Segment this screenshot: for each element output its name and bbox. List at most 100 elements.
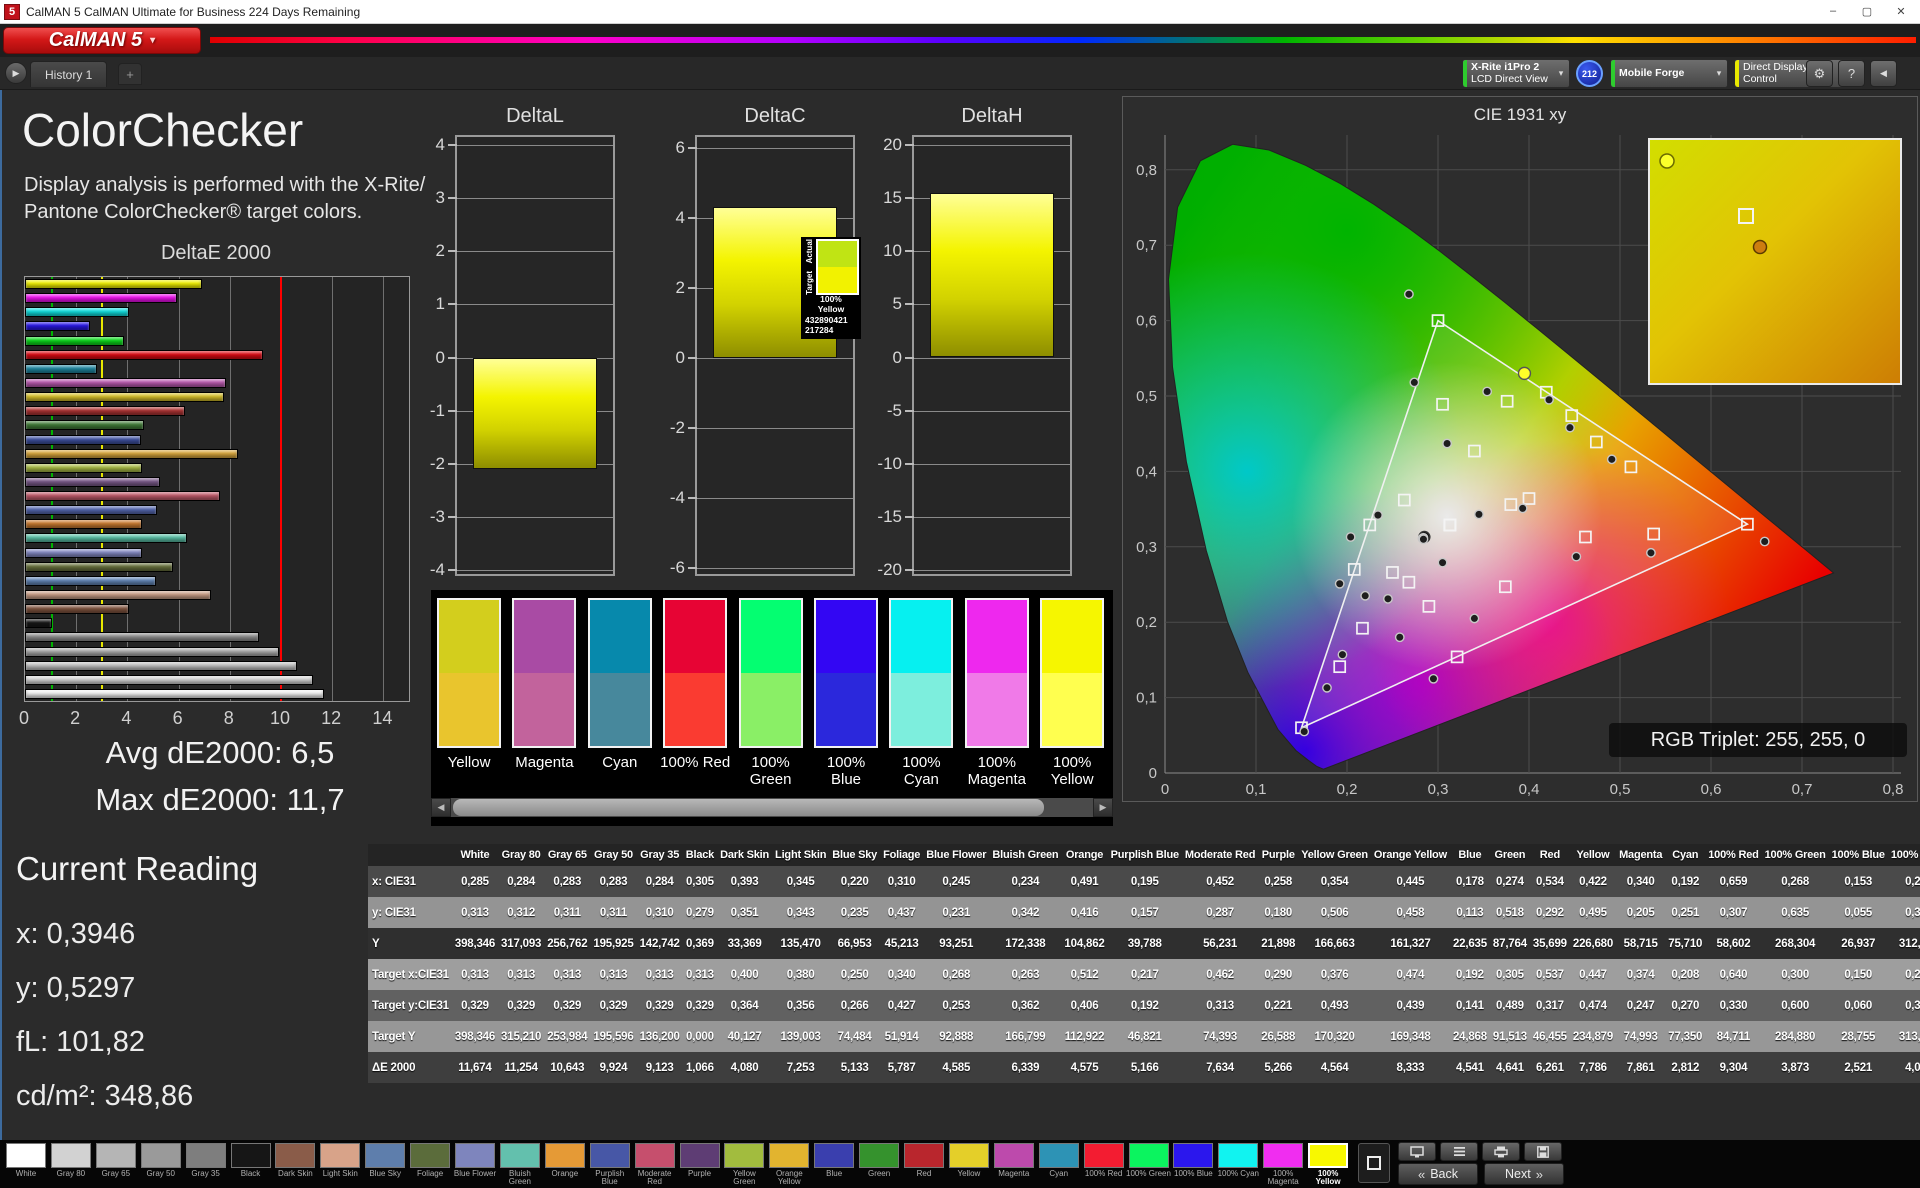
collapse-button[interactable]: ◀ bbox=[1870, 60, 1897, 87]
table-cell: 0,369 bbox=[683, 928, 717, 959]
patch-light-skin[interactable] bbox=[320, 1143, 360, 1168]
patch-purple[interactable] bbox=[680, 1143, 720, 1168]
patch-label: Orange bbox=[542, 1170, 588, 1178]
reading-y: y: 0,5297 bbox=[16, 972, 135, 1005]
patch-dark-skin[interactable] bbox=[275, 1143, 315, 1168]
display-button[interactable] bbox=[1398, 1142, 1436, 1161]
axis-tick-label: 1 bbox=[415, 294, 445, 314]
patch-orange-yellow[interactable] bbox=[769, 1143, 809, 1168]
table-cell: 21,898 bbox=[1258, 928, 1298, 959]
scroll-right-button[interactable]: ▶ bbox=[1093, 798, 1113, 817]
patch-gray-35[interactable] bbox=[186, 1143, 226, 1168]
patch-red[interactable] bbox=[904, 1143, 944, 1168]
back-button[interactable]: « Back bbox=[1398, 1163, 1478, 1185]
patch-100-blue[interactable] bbox=[1173, 1143, 1213, 1168]
patch-blue[interactable] bbox=[814, 1143, 854, 1168]
table-cell: 0,310 bbox=[880, 866, 923, 897]
patch-gray-65[interactable] bbox=[96, 1143, 136, 1168]
patch-black[interactable] bbox=[231, 1143, 271, 1168]
tab-history-1[interactable]: History 1 bbox=[30, 61, 107, 87]
print-button[interactable] bbox=[1482, 1142, 1520, 1161]
calman-logo-menu[interactable]: CalMAN 5 ▾ bbox=[3, 27, 201, 54]
minimize-button[interactable]: – bbox=[1816, 0, 1850, 22]
patch-blue-sky[interactable] bbox=[365, 1143, 405, 1168]
patch-magenta[interactable] bbox=[994, 1143, 1034, 1168]
swatch-scrollbar[interactable]: ◀ ▶ bbox=[431, 798, 1113, 817]
table-cell: 0,284 bbox=[637, 866, 683, 897]
table-cell: 22,635 bbox=[1450, 928, 1490, 959]
scrollbar-track[interactable] bbox=[451, 798, 1093, 817]
tick-mark bbox=[905, 250, 914, 252]
close-button[interactable]: ✕ bbox=[1884, 0, 1918, 22]
table-cell: 195,596 bbox=[590, 1021, 636, 1052]
patch-blue-flower[interactable] bbox=[455, 1143, 495, 1168]
swatch-100-red bbox=[663, 598, 727, 748]
tooltip-color-name: 100%Yellow bbox=[803, 295, 859, 315]
axis-tick-label: 5 bbox=[872, 294, 902, 314]
next-button[interactable]: Next » bbox=[1484, 1163, 1564, 1185]
table-cell: 135,470 bbox=[772, 928, 829, 959]
patch-100-magenta[interactable] bbox=[1263, 1143, 1303, 1168]
tab-bar: ▶ History 1 + X-Rite i1Pro 2 LCD Direct … bbox=[0, 57, 1920, 90]
patch-orange[interactable] bbox=[545, 1143, 585, 1168]
table-cell: 0,268 bbox=[923, 959, 989, 990]
table-cell: 0,266 bbox=[829, 990, 880, 1021]
patch-100-green[interactable] bbox=[1129, 1143, 1169, 1168]
patch-label: Gray 65 bbox=[93, 1170, 139, 1178]
column-header: 100% Green bbox=[1762, 844, 1829, 866]
maximize-button[interactable]: ▢ bbox=[1850, 0, 1884, 22]
axis-tick-label: -6 bbox=[655, 558, 685, 578]
scrollbar-thumb[interactable] bbox=[453, 799, 1044, 816]
table-cell: 0,340 bbox=[880, 959, 923, 990]
table-cell: 0,495 bbox=[1570, 897, 1616, 928]
tick-mark bbox=[688, 567, 697, 569]
patch-label: Foliage bbox=[407, 1170, 453, 1178]
help-button[interactable]: ? bbox=[1838, 60, 1865, 87]
scroll-left-button[interactable]: ◀ bbox=[431, 798, 451, 817]
table-cell: 0,313 bbox=[683, 959, 717, 990]
table-cell: 0,055 bbox=[1829, 897, 1888, 928]
report-button[interactable] bbox=[1440, 1142, 1478, 1161]
patch-bluish-green[interactable] bbox=[500, 1143, 540, 1168]
table-cell: 0,235 bbox=[829, 897, 880, 928]
deltae-bar-bluish-green bbox=[25, 533, 187, 543]
list-icon bbox=[1453, 1146, 1466, 1157]
patch-foliage[interactable] bbox=[410, 1143, 450, 1168]
table-cell: 0,345 bbox=[772, 866, 829, 897]
patch-white[interactable] bbox=[6, 1143, 46, 1168]
patch-purplish-blue[interactable] bbox=[590, 1143, 630, 1168]
table-cell: 0,445 bbox=[1371, 866, 1450, 897]
save-button[interactable] bbox=[1524, 1142, 1562, 1161]
column-header: Yellow Green bbox=[1298, 844, 1371, 866]
patch-100-red[interactable] bbox=[1084, 1143, 1124, 1168]
source-dropdown[interactable]: Mobile Forge ▾ bbox=[1610, 59, 1728, 88]
svg-text:0,6: 0,6 bbox=[1701, 781, 1722, 798]
tick-mark bbox=[905, 144, 914, 146]
patch-100-cyan[interactable] bbox=[1218, 1143, 1258, 1168]
patch-100-yellow[interactable] bbox=[1308, 1143, 1348, 1168]
patch-gray-50[interactable] bbox=[141, 1143, 181, 1168]
deltaH-chart-title: DeltaH bbox=[912, 105, 1072, 128]
patch-moderate-red[interactable] bbox=[635, 1143, 675, 1168]
deltae-bar-cyan bbox=[25, 364, 97, 374]
settings-button[interactable]: ⚙ bbox=[1806, 60, 1833, 87]
meter-name: X-Rite i1Pro 2 bbox=[1471, 62, 1549, 74]
tick-mark bbox=[688, 427, 697, 429]
meter-dropdown[interactable]: X-Rite i1Pro 2 LCD Direct View ▾ bbox=[1462, 59, 1570, 88]
patch-label: Blue Sky bbox=[362, 1170, 408, 1178]
tick-mark bbox=[905, 516, 914, 518]
add-tab-button[interactable]: + bbox=[118, 63, 142, 85]
patch-yellow-green[interactable] bbox=[724, 1143, 764, 1168]
patch-cyan[interactable] bbox=[1039, 1143, 1079, 1168]
axis-tick-label: 4 bbox=[121, 708, 131, 729]
deltae-bar-magenta bbox=[25, 378, 226, 388]
table-cell: 0,427 bbox=[880, 990, 923, 1021]
table-cell: 0,307 bbox=[1705, 897, 1761, 928]
patch-gray-80[interactable] bbox=[51, 1143, 91, 1168]
stop-button[interactable] bbox=[1358, 1143, 1390, 1183]
meter-count-badge[interactable]: 212 bbox=[1576, 60, 1603, 87]
tick-mark bbox=[905, 463, 914, 465]
expand-panel-button[interactable]: ▶ bbox=[5, 62, 27, 84]
patch-yellow[interactable] bbox=[949, 1143, 989, 1168]
patch-green[interactable] bbox=[859, 1143, 899, 1168]
